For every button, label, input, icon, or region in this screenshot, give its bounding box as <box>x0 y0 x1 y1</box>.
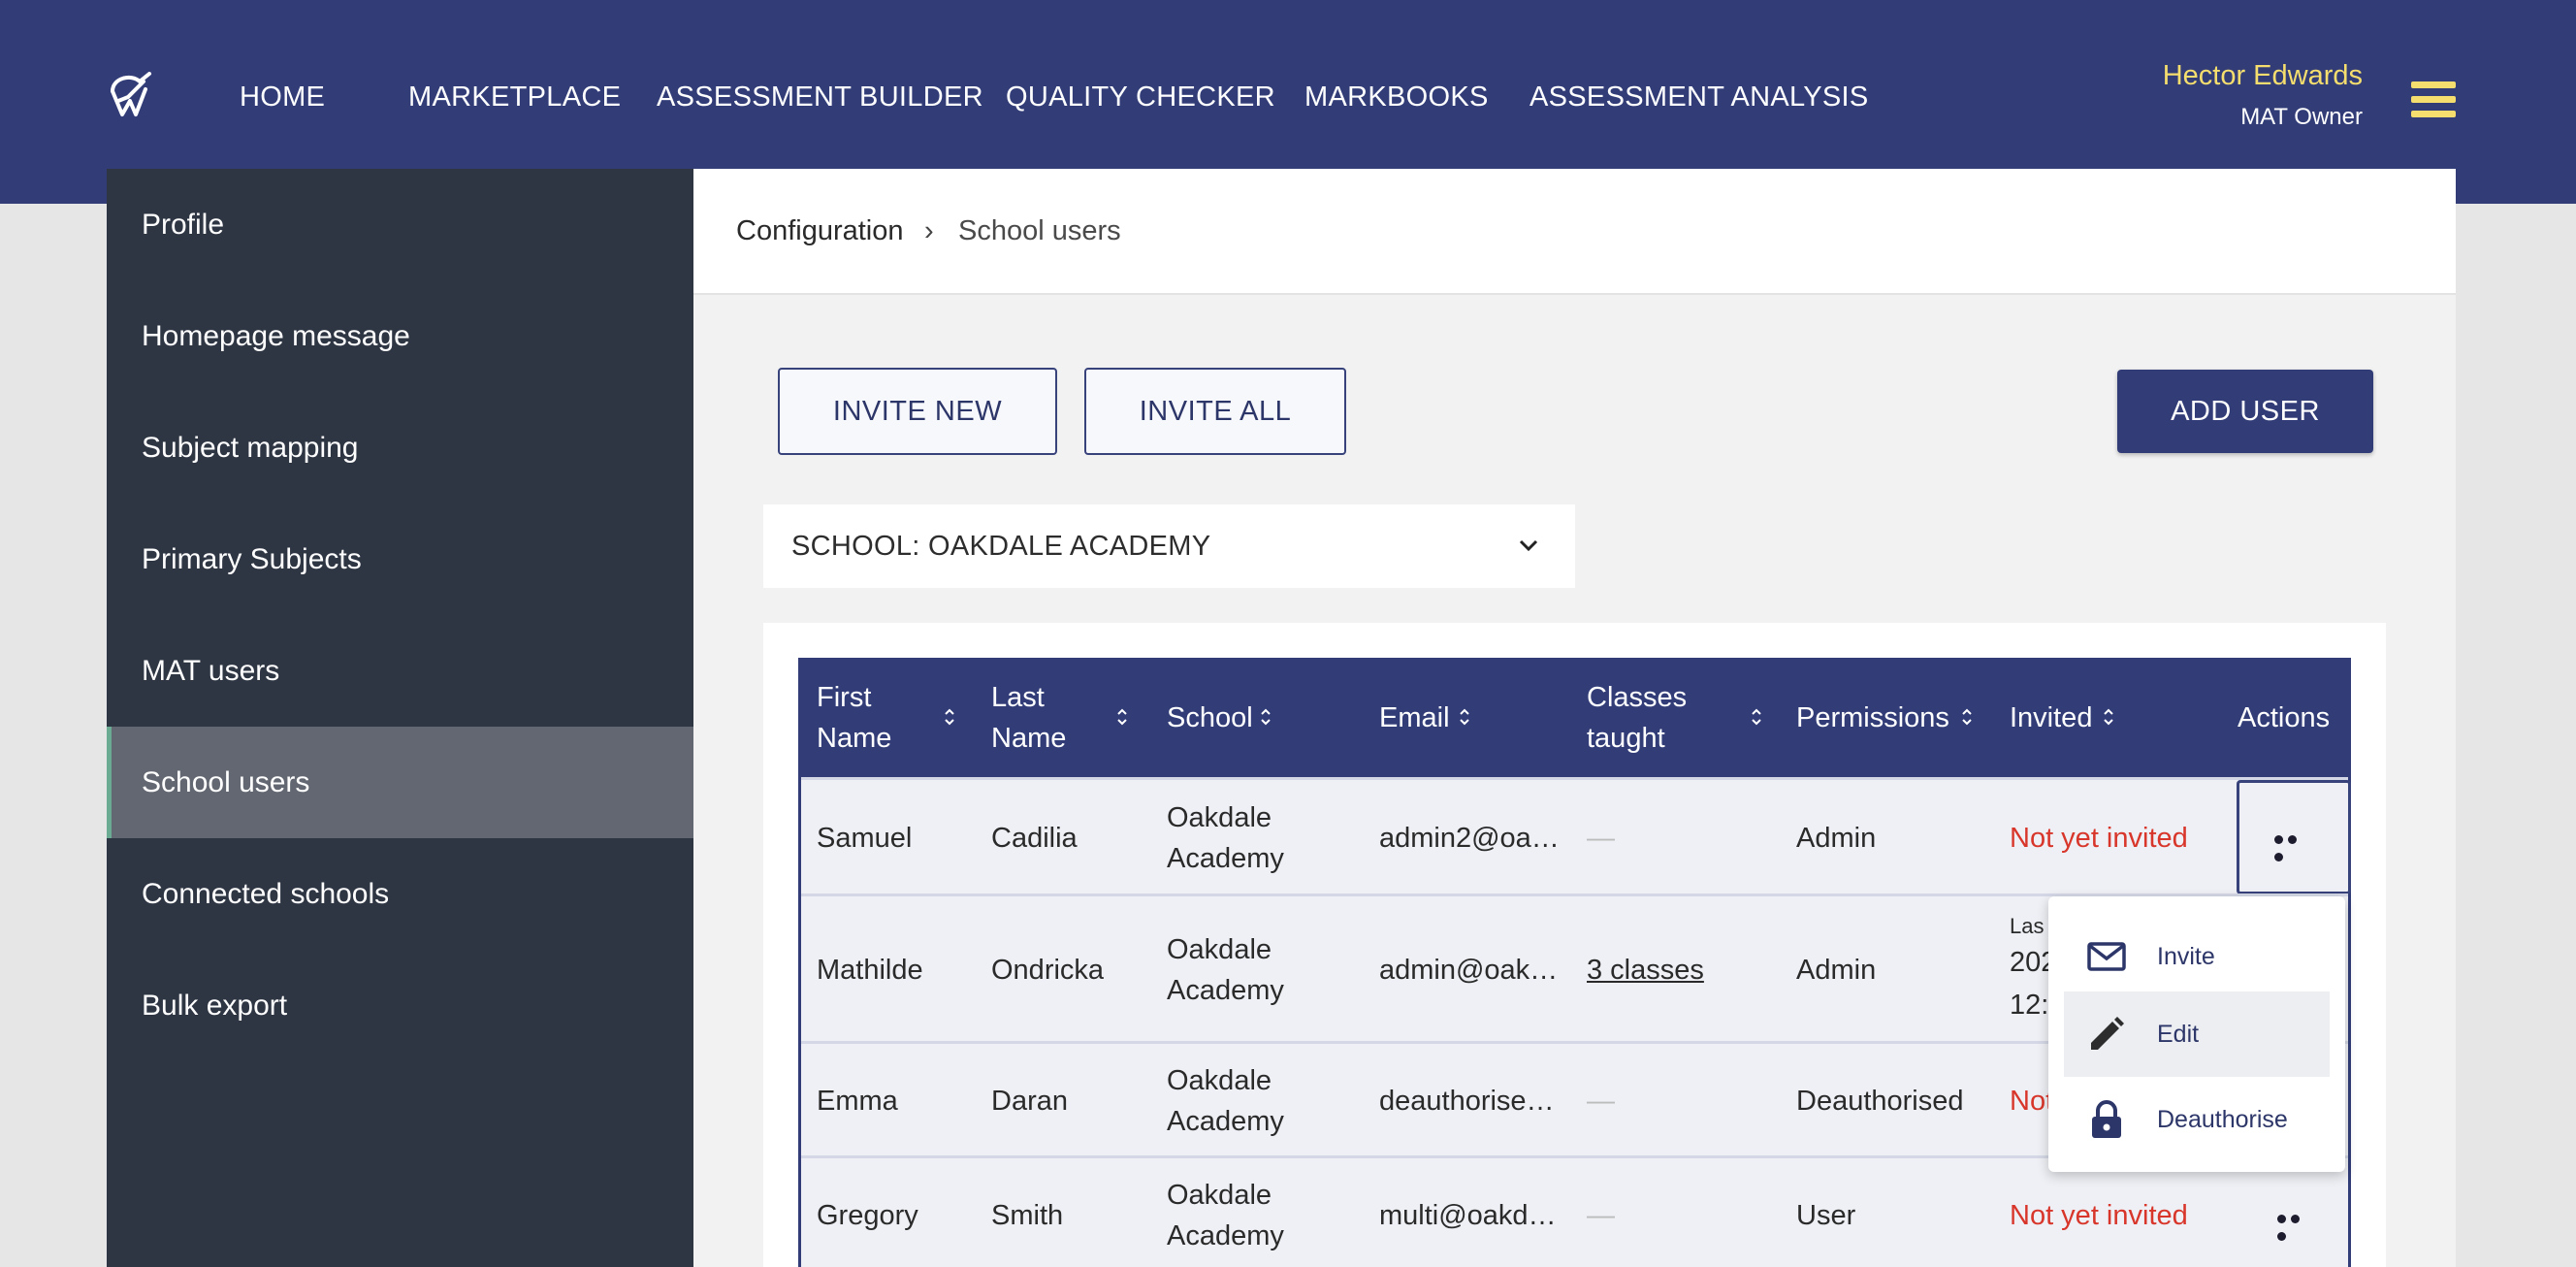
cell-permissions: Deauthorised <box>1796 1086 1964 1117</box>
cell-school: Oakdale Academy <box>1167 802 1284 874</box>
cell-last-name: Daran <box>991 1086 1068 1117</box>
school-select[interactable]: SCHOOL: OAKDALE ACADEMY <box>763 504 1575 588</box>
sidebar-item-bulk-export[interactable]: Bulk export <box>107 950 693 1061</box>
invite-new-button[interactable]: INVITE NEW <box>778 368 1057 455</box>
menu-item-deauthorise[interactable]: Deauthorise <box>2064 1077 2330 1162</box>
header-email[interactable]: Email <box>1379 658 1450 777</box>
sidebar-item-mat-users[interactable]: MAT users <box>107 615 693 727</box>
cell-school: Oakdale Academy <box>1167 934 1284 1006</box>
sort-icon[interactable] <box>1260 707 1272 727</box>
nav-assessment-analysis[interactable]: ASSESSMENT ANALYSIS <box>1530 81 1869 114</box>
classes-link[interactable]: 3 classes <box>1587 896 1704 1044</box>
header-invited[interactable]: Invited <box>2010 658 2092 777</box>
chevron-down-icon <box>1519 539 1538 552</box>
menu-item-label: Deauthorise <box>2157 1105 2288 1133</box>
app-logo-icon[interactable] <box>105 72 153 126</box>
cell-email: deauthorise… <box>1379 1086 1555 1117</box>
cell-school: Oakdale Academy <box>1167 1180 1284 1251</box>
row-actions-menu: Invite Edit Deauthorise <box>2048 896 2345 1172</box>
cell-first-name: Gregory <box>817 1200 918 1231</box>
menu-item-invite[interactable]: Invite <box>2064 914 2330 999</box>
cell-invited-peek: Not <box>2010 1086 2054 1117</box>
header-actions: Actions <box>2238 701 2331 733</box>
breadcrumb-current: School users <box>958 215 1121 246</box>
school-select-value: SCHOOL: OAKDALE ACADEMY <box>791 530 1211 562</box>
sort-icon[interactable] <box>944 707 955 727</box>
cell-last-name: Cadilia <box>991 823 1078 854</box>
user-name: Hector Edwards <box>2162 60 2363 91</box>
nav-marketplace[interactable]: MARKETPLACE <box>408 81 621 114</box>
pencil-icon <box>2091 1017 2124 1050</box>
sort-icon[interactable] <box>1116 707 1128 727</box>
user-role: MAT Owner <box>2240 104 2363 130</box>
breadcrumb-configuration[interactable]: Configuration <box>736 215 904 247</box>
cell-email: multi@oakd… <box>1379 1200 1557 1231</box>
header-classes-taught[interactable]: Classes taught <box>1587 658 1723 777</box>
breadcrumb: Configuration › School users <box>693 169 2456 295</box>
cell-invited-peek: 12: <box>2010 990 2049 1021</box>
cell-invited-status: Not yet invited <box>2010 1200 2188 1231</box>
sidebar: Profile Homepage message Subject mapping… <box>107 169 693 1267</box>
sidebar-item-connected-schools[interactable]: Connected schools <box>107 838 693 950</box>
cell-first-name: Mathilde <box>817 955 923 986</box>
mail-icon <box>2087 942 2126 971</box>
sidebar-item-school-users[interactable]: School users <box>107 727 693 838</box>
cell-email: admin@oak… <box>1379 955 1559 986</box>
cell-first-name: Samuel <box>817 823 913 854</box>
cell-permissions: User <box>1796 1200 1856 1231</box>
lock-icon <box>2092 1100 2121 1138</box>
cell-last-name: Ondricka <box>991 955 1105 986</box>
sidebar-item-primary-subjects[interactable]: Primary Subjects <box>107 504 693 615</box>
cell-permissions: Admin <box>1796 955 1877 986</box>
nav-home[interactable]: HOME <box>240 81 325 114</box>
header-first-name[interactable]: First Name <box>817 658 933 777</box>
sort-icon[interactable] <box>1751 707 1762 727</box>
sort-icon[interactable] <box>1961 707 1973 727</box>
sidebar-item-subject-mapping[interactable]: Subject mapping <box>107 392 693 504</box>
header-school[interactable]: School <box>1167 658 1253 777</box>
menu-item-edit[interactable]: Edit <box>2064 991 2330 1077</box>
cell-email: admin2@oa… <box>1379 823 1560 854</box>
sort-icon[interactable] <box>1459 707 1470 727</box>
nav-quality-checker[interactable]: QUALITY CHECKER <box>1006 81 1275 114</box>
table-header: First Name Last Name School Email Classe… <box>801 658 2348 777</box>
nav-assessment-builder[interactable]: ASSESSMENT BUILDER <box>657 81 983 114</box>
nav-markbooks[interactable]: MARKBOOKS <box>1304 81 1489 114</box>
more-horizontal-icon[interactable] <box>2277 1211 2316 1241</box>
cell-classes: — <box>1587 823 1615 854</box>
table-row: Samuel Cadilia Oakdale Academy admin2@oa… <box>801 777 2351 894</box>
cell-invited-status: Not yet invited <box>2010 823 2188 854</box>
cell-last-name: Smith <box>991 1200 1064 1231</box>
add-user-button[interactable]: ADD USER <box>2117 370 2373 453</box>
cell-classes: — <box>1587 1086 1615 1117</box>
cell-invited-peek: Las <box>2010 914 2045 938</box>
cell-permissions: Admin <box>1796 823 1877 854</box>
header-permissions[interactable]: Permissions <box>1796 658 1949 777</box>
row-actions-button[interactable] <box>2237 780 2351 894</box>
invite-all-button[interactable]: INVITE ALL <box>1084 368 1346 455</box>
cell-first-name: Emma <box>817 1086 898 1117</box>
breadcrumb-separator: › <box>924 215 934 246</box>
more-horizontal-icon <box>2274 831 2313 861</box>
cell-school: Oakdale Academy <box>1167 1065 1284 1137</box>
header-last-name[interactable]: Last Name <box>991 658 1108 777</box>
user-info[interactable]: Hector Edwards MAT Owner <box>2163 60 2363 131</box>
cell-classes: — <box>1587 1200 1615 1231</box>
sidebar-item-profile[interactable]: Profile <box>107 169 693 280</box>
sidebar-item-homepage-message[interactable]: Homepage message <box>107 280 693 392</box>
menu-item-label: Edit <box>2157 1020 2200 1048</box>
menu-item-label: Invite <box>2157 942 2215 970</box>
table-row: Gregory Smith Oakdale Academy multi@oakd… <box>801 1155 2348 1267</box>
sort-icon[interactable] <box>2103 707 2114 727</box>
hamburger-menu-icon[interactable] <box>2411 81 2456 118</box>
